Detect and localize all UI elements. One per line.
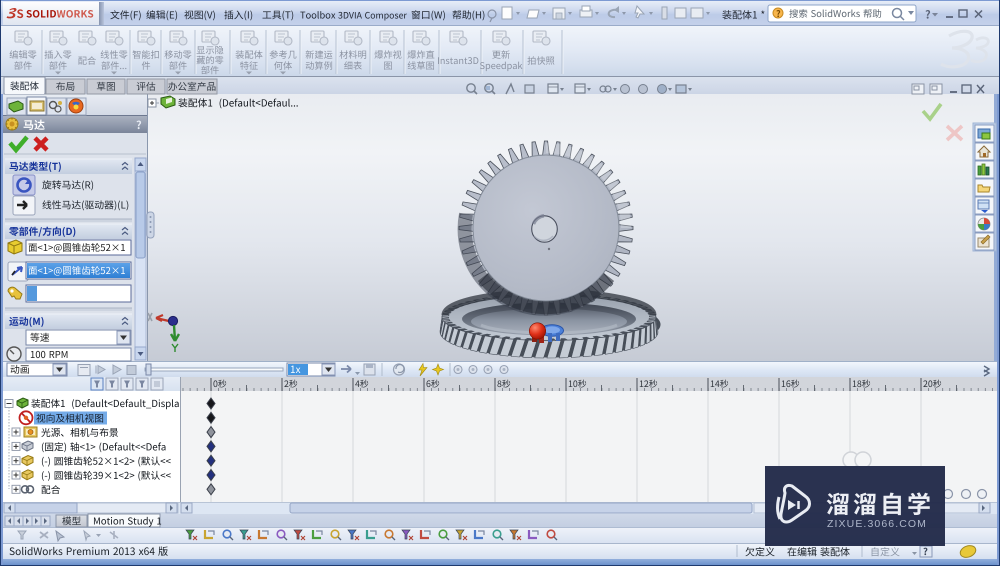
svg-text:ZIXUE.3066.COM: ZIXUE.3066.COM (827, 518, 927, 530)
